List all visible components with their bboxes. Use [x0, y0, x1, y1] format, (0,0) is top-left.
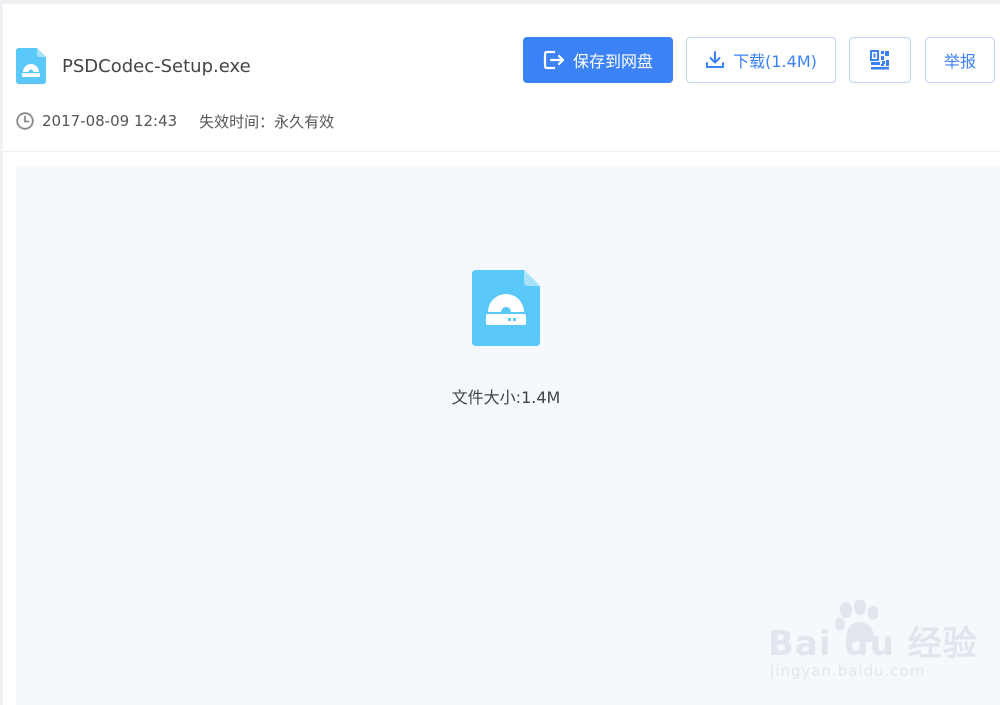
save-button-label: 保存到网盘: [572, 52, 653, 71]
qr-code-button[interactable]: [849, 37, 911, 83]
file-name: PSDCodec-Setup.exe: [62, 56, 251, 77]
save-to-cloud-button[interactable]: 保存到网盘: [523, 37, 673, 83]
file-header: PSDCodec-Setup.exe 保存到网盘 下载(1.4M) 举报 201…: [0, 4, 1000, 152]
download-icon: [706, 51, 725, 68]
file-meta: 2017-08-09 12:43 失效时间：永久有效: [16, 110, 334, 132]
baidu-jingyan-watermark: Bai du 经验 jingyan.baidu.com: [768, 600, 977, 690]
expire-time: 失效时间：永久有效: [199, 112, 335, 131]
qr-code-icon: [870, 50, 889, 70]
upload-date: 2017-08-09 12:43: [42, 112, 178, 130]
download-button-label: 下载(1.4M): [733, 52, 817, 71]
watermark-logo-text: Bai du 经验: [768, 624, 978, 664]
clock-icon: [16, 112, 34, 130]
watermark-url: jingyan.baidu.com: [770, 662, 926, 680]
report-button-label: 举报: [943, 52, 976, 71]
exe-file-large-icon: [472, 270, 540, 346]
download-button[interactable]: 下载(1.4M): [686, 37, 836, 83]
file-share-page: PSDCodec-Setup.exe 保存到网盘 下载(1.4M) 举报 201…: [0, 0, 1000, 705]
save-to-cloud-icon: [543, 50, 565, 70]
file-size-text: 文件大小:1.4M: [451, 388, 561, 407]
exe-file-icon: [16, 48, 46, 84]
report-button[interactable]: 举报: [925, 37, 995, 83]
